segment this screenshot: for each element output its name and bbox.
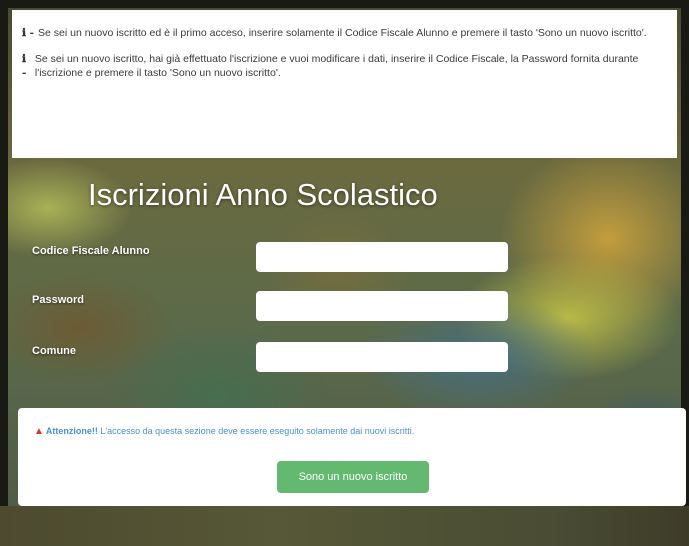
info-message-new: ℹ - Se sei un nuovo iscritto ed è il pri… [22,26,663,40]
info-icon: ℹ - [22,27,35,39]
warning-text: L'accesso da questa sezione deve essere … [97,426,415,436]
page-title: Iscrizioni Anno Scolastico [88,177,438,212]
info-panel: ℹ - Se sei un nuovo iscritto ed è il pri… [12,10,677,158]
comune-input[interactable] [256,342,508,372]
codice-fiscale-input[interactable] [256,242,508,272]
warning-triangle-icon: ▲ [34,426,44,437]
warning-panel: ▲ Attenzione!! L'accesso da questa sezion… [18,408,686,506]
password-label: Password [32,294,84,306]
info-text-returning: Se sei un nuovo iscritto, hai già effett… [34,53,639,79]
comune-label: Comune [32,345,76,357]
background-bottom [0,506,689,546]
info-icon: ℹ - [22,53,27,79]
info-text-new: Se sei un nuovo iscritto ed è il primo a… [38,27,647,39]
password-input[interactable] [256,291,508,321]
codice-fiscale-label: Codice Fiscale Alunno [32,245,150,257]
info-message-returning: ℹ - Se sei un nuovo iscritto, hai già ef… [22,52,663,80]
sono-un-nuovo-iscritto-button[interactable]: Sono un nuovo iscritto [277,461,429,493]
warning-message: ▲ Attenzione!! L'accesso da questa sezion… [34,426,414,437]
warning-strong-text: Attenzione!! [45,426,98,436]
